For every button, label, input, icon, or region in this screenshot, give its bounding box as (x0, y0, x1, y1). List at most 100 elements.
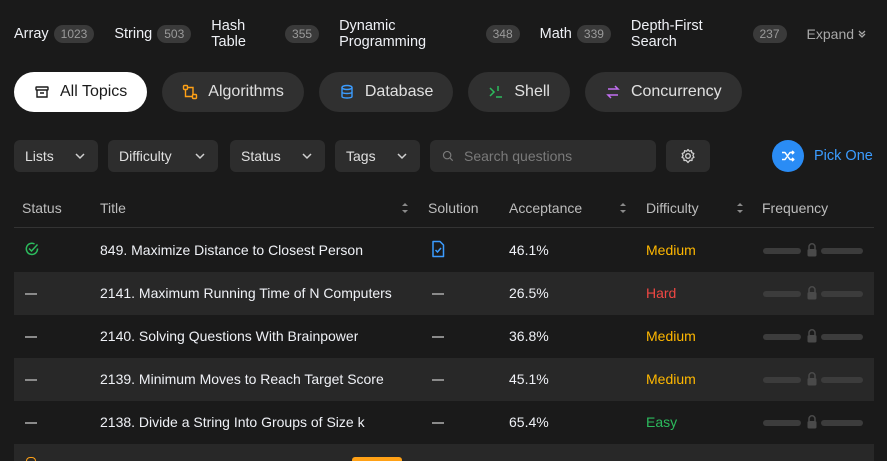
topic-pills: All Topics Algorithms Database Shell Con… (14, 72, 757, 112)
tag-name: Math (539, 26, 572, 42)
table-row[interactable]: 2139. Minimum Moves to Reach Target Scor… (14, 358, 874, 401)
tag-hash-table[interactable]: Hash Table 355 (211, 18, 320, 50)
lock-icon (807, 243, 817, 257)
tag-count: 1023 (53, 25, 95, 43)
tag-math[interactable]: Math 339 (540, 25, 611, 43)
frequency-track-right (821, 420, 863, 426)
tag-count: 503 (157, 25, 192, 43)
search-box (430, 140, 656, 172)
topic-algorithms[interactable]: Algorithms (162, 72, 304, 112)
shuffle-icon (782, 150, 795, 162)
expand-label: Expand (806, 26, 855, 42)
table-row-partial[interactable] (14, 444, 874, 461)
frequency-bar (763, 329, 863, 343)
tags-dropdown[interactable]: Tags (335, 140, 420, 172)
column-solution: Solution (428, 200, 479, 216)
acceptance-rate: 26.5% (509, 285, 549, 301)
frequency-track-left (763, 377, 801, 383)
tag-strip: Array 1023 String 503 Hash Table 355 Dynami… (14, 18, 877, 50)
no-solution-dash-icon (432, 336, 444, 338)
chevron-down-icon (75, 153, 85, 160)
acceptance-rate: 45.1% (509, 371, 549, 387)
difficulty-label: Medium (646, 242, 696, 258)
column-acceptance[interactable]: Acceptance (509, 200, 582, 216)
difficulty-dropdown[interactable]: Difficulty (108, 140, 218, 172)
topic-all-topics[interactable]: All Topics (14, 72, 148, 112)
lock-icon (807, 372, 817, 386)
status-dropdown[interactable]: Status (230, 140, 325, 172)
unattempted-dash-icon (25, 336, 37, 338)
frequency-track-left (763, 291, 801, 297)
table-row[interactable]: 2141. Maximum Running Time of N Computer… (14, 272, 874, 315)
search-input[interactable] (464, 148, 644, 164)
dropdown-label: Difficulty (119, 148, 172, 164)
lock-icon (807, 415, 817, 429)
column-difficulty[interactable]: Difficulty (646, 200, 699, 216)
difficulty-label: Easy (646, 414, 678, 430)
video-solution-icon[interactable] (430, 240, 446, 258)
pick-one-label: Pick One (814, 148, 873, 164)
expand-button[interactable]: Expand (807, 26, 867, 42)
badge-partial (352, 457, 402, 461)
tag-string[interactable]: String 503 (114, 25, 192, 43)
table-row[interactable]: 849. Maximize Distance to Closest Person… (14, 229, 874, 272)
question-title[interactable]: 2139. Minimum Moves to Reach Target Scor… (100, 371, 384, 387)
frequency-bar (763, 286, 863, 300)
dropdown-label: Lists (25, 148, 54, 164)
no-solution-dash-icon (432, 379, 444, 381)
tag-array[interactable]: Array 1023 (14, 25, 95, 43)
attempted-icon (26, 457, 36, 461)
shuffle-button (772, 140, 804, 172)
stack-icon (35, 86, 49, 98)
database-icon (341, 84, 353, 99)
tag-name: Depth-First Search (630, 18, 703, 50)
tag-dynamic-programming[interactable]: Dynamic Programming 348 (339, 18, 520, 50)
tag-name: Dynamic Programming (339, 18, 427, 50)
chevron-down-icon (302, 153, 312, 160)
table-row[interactable]: 2140. Solving Questions With Brainpower … (14, 315, 874, 358)
dropdown-label: Tags (346, 148, 376, 164)
topic-database[interactable]: Database (318, 72, 454, 112)
chevron-down-icon (195, 153, 205, 160)
tag-name: String (114, 26, 153, 42)
sort-icon[interactable] (735, 201, 745, 215)
question-title[interactable]: 2138. Divide a String Into Groups of Siz… (100, 414, 365, 430)
frequency-track-right (821, 291, 863, 297)
sort-icon[interactable] (400, 201, 410, 215)
column-status: Status (22, 200, 62, 216)
question-title[interactable]: 2140. Solving Questions With Brainpower (100, 328, 358, 344)
topic-concurrency[interactable]: Concurrency (584, 72, 742, 112)
terminal-icon (489, 86, 503, 98)
chevron-double-down-icon (858, 30, 866, 38)
tag-count: 339 (576, 25, 611, 43)
acceptance-rate: 65.4% (509, 414, 549, 430)
filter-bar: Lists Difficulty Status Tags Pick One (14, 140, 887, 172)
sort-icon[interactable] (618, 201, 628, 215)
table-row[interactable]: 2138. Divide a String Into Groups of Siz… (14, 401, 874, 444)
pick-one-button[interactable]: Pick One (772, 140, 873, 172)
settings-button[interactable] (666, 140, 710, 172)
frequency-bar (763, 415, 863, 429)
column-title[interactable]: Title (100, 200, 126, 216)
tag-depth-first-search[interactable]: Depth-First Search 237 (631, 18, 787, 50)
search-icon (442, 150, 454, 162)
topic-label: All Topics (60, 83, 128, 100)
algorithm-icon (183, 84, 198, 100)
topic-shell[interactable]: Shell (468, 72, 570, 112)
frequency-track-right (821, 377, 863, 383)
frequency-track-left (763, 420, 801, 426)
tag-count: 348 (485, 25, 520, 43)
frequency-bar (763, 243, 863, 257)
dropdown-label: Status (241, 148, 281, 164)
topic-label: Shell (514, 83, 550, 100)
lists-dropdown[interactable]: Lists (14, 140, 98, 172)
topic-label: Database (364, 83, 434, 100)
tag-count: 237 (752, 25, 787, 43)
frequency-track-left (763, 248, 801, 254)
tag-count: 355 (285, 25, 320, 43)
unattempted-dash-icon (25, 293, 37, 295)
unattempted-dash-icon (25, 422, 37, 424)
question-title[interactable]: 2141. Maximum Running Time of N Computer… (100, 285, 392, 301)
question-title[interactable]: 849. Maximize Distance to Closest Person (100, 242, 363, 258)
lock-icon (807, 329, 817, 343)
